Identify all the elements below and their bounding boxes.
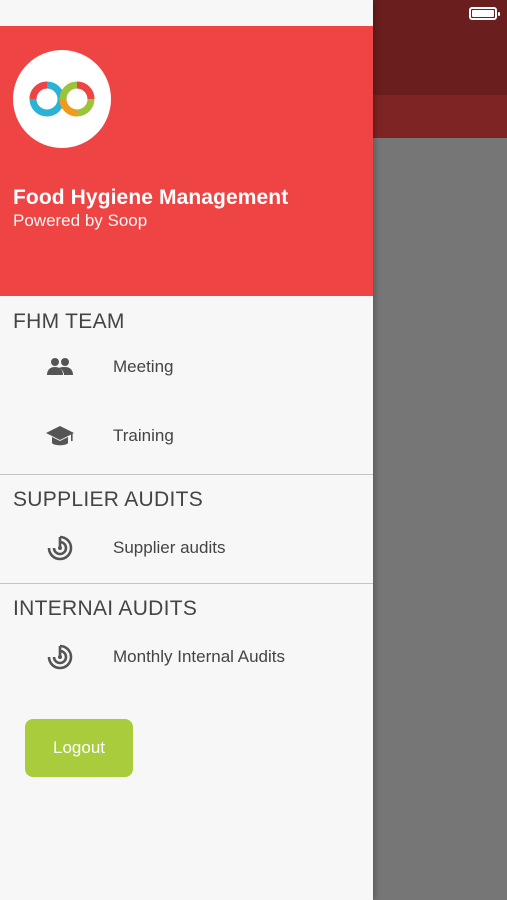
section-title: SUPPLIER AUDITS <box>13 488 204 511</box>
menu-item-supplier-audits[interactable]: Supplier audits <box>0 513 373 583</box>
graduation-cap-icon <box>45 421 75 451</box>
battery-icon <box>469 7 500 20</box>
menu-item-label: Training <box>113 426 174 445</box>
status-bar <box>0 0 373 26</box>
menu-item-training[interactable]: Training <box>0 398 373 474</box>
app-subtitle: Powered by Soop <box>13 211 148 230</box>
audit-target-icon <box>45 642 75 672</box>
infinity-logo-icon <box>29 81 95 117</box>
people-icon <box>45 352 75 382</box>
section-internal-audits: INTERNAI AUDITS Monthly Internal Audits <box>0 584 373 692</box>
navigation-drawer: Food Hygiene Management Powered by Soop … <box>0 0 373 900</box>
section-fhm-team: FHM TEAM Meeting Training <box>0 296 373 474</box>
app-title: Food Hygiene Management <box>13 186 289 209</box>
app-logo <box>13 50 111 148</box>
logout-button[interactable]: Logout <box>25 719 133 777</box>
section-title: FHM TEAM <box>13 310 125 333</box>
menu-item-label: Supplier audits <box>113 538 226 557</box>
section-title: INTERNAI AUDITS <box>13 597 198 620</box>
section-supplier-audits: SUPPLIER AUDITS Supplier audits <box>0 475 373 583</box>
menu-item-meeting[interactable]: Meeting <box>0 336 373 398</box>
menu-item-monthly-internal-audits[interactable]: Monthly Internal Audits <box>0 622 373 692</box>
audit-target-icon <box>45 533 75 563</box>
drawer-header: Food Hygiene Management Powered by Soop <box>0 26 373 296</box>
menu-item-label: Meeting <box>113 357 174 376</box>
menu-item-label: Monthly Internal Audits <box>113 647 285 666</box>
